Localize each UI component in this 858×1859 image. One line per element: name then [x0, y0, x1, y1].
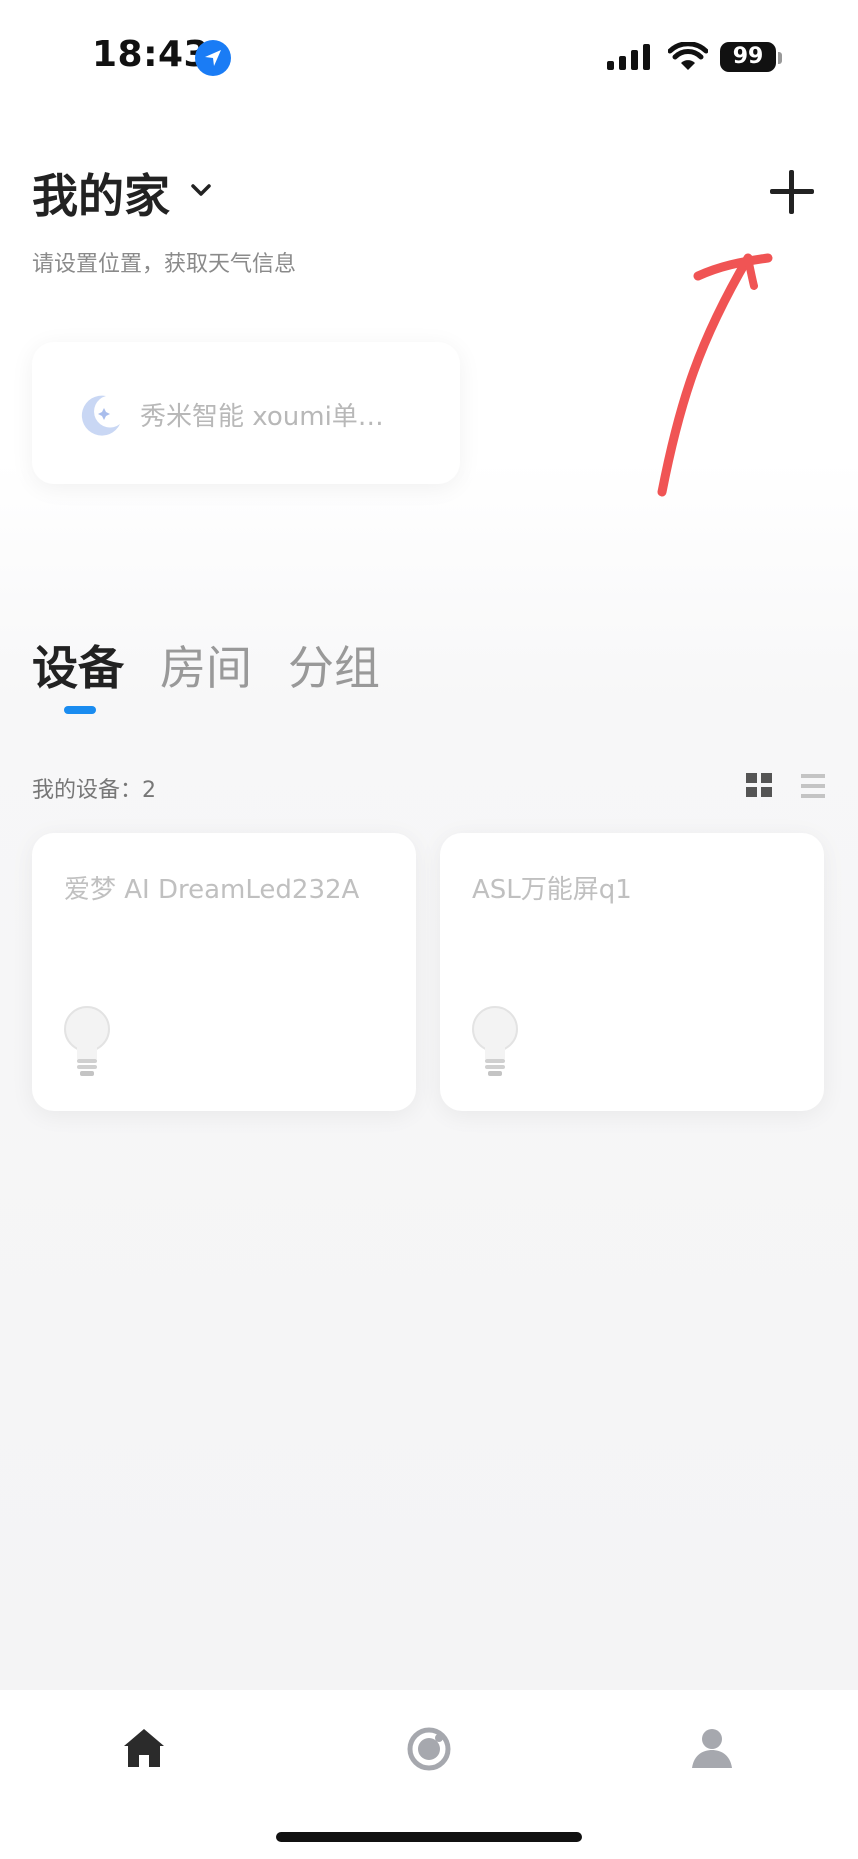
- chevron-down-icon[interactable]: [190, 183, 212, 197]
- device-name: ASL万能屏q1: [472, 875, 632, 905]
- home-indicator: [276, 1832, 582, 1842]
- active-tab-indicator: [64, 706, 96, 714]
- annotation-arrow: [657, 253, 773, 497]
- scene-card[interactable]: 秀米智能 xoumi单…: [32, 342, 460, 484]
- list-view-icon[interactable]: [799, 773, 827, 799]
- scene-label: 秀米智能 xoumi单…: [140, 402, 384, 432]
- device-card[interactable]: 爱梦 AI DreamLed232A: [32, 833, 416, 1111]
- device-card[interactable]: ASL万能屏q1: [440, 833, 824, 1111]
- tab-devices[interactable]: 设备: [32, 632, 124, 698]
- battery-icon: 99: [720, 42, 776, 72]
- tab-rooms[interactable]: 房间: [160, 632, 252, 698]
- wifi-icon: [668, 42, 708, 70]
- lightbulb-icon: [472, 1006, 518, 1076]
- device-count: 我的设备：2: [32, 778, 156, 803]
- home-selector[interactable]: 我的家: [32, 160, 170, 226]
- grid-view-icon[interactable]: [746, 773, 774, 799]
- moon-icon: [81, 395, 120, 436]
- status-bar: 18:43 99: [0, 0, 858, 120]
- home-icon[interactable]: [122, 1726, 166, 1770]
- scene-icon[interactable]: [406, 1726, 452, 1772]
- lightbulb-icon: [64, 1006, 110, 1076]
- add-button[interactable]: [762, 162, 822, 222]
- cellular-signal-icon: [607, 44, 650, 70]
- battery-nub: [778, 52, 782, 64]
- tab-groups[interactable]: 分组: [288, 632, 380, 698]
- battery-level: 99: [732, 44, 764, 69]
- device-name: 爱梦 AI DreamLed232A: [64, 875, 360, 905]
- profile-icon[interactable]: [690, 1726, 734, 1770]
- status-time: 18:43: [92, 34, 210, 75]
- location-arrow-icon: [195, 40, 231, 76]
- bottom-nav: [0, 1690, 858, 1859]
- app-screen: 18:43 99 我的家 请设置位置，获取天气信息 秀米智能 xoumi单… 设…: [0, 0, 858, 1859]
- location-hint[interactable]: 请设置位置，获取天气信息: [32, 246, 296, 278]
